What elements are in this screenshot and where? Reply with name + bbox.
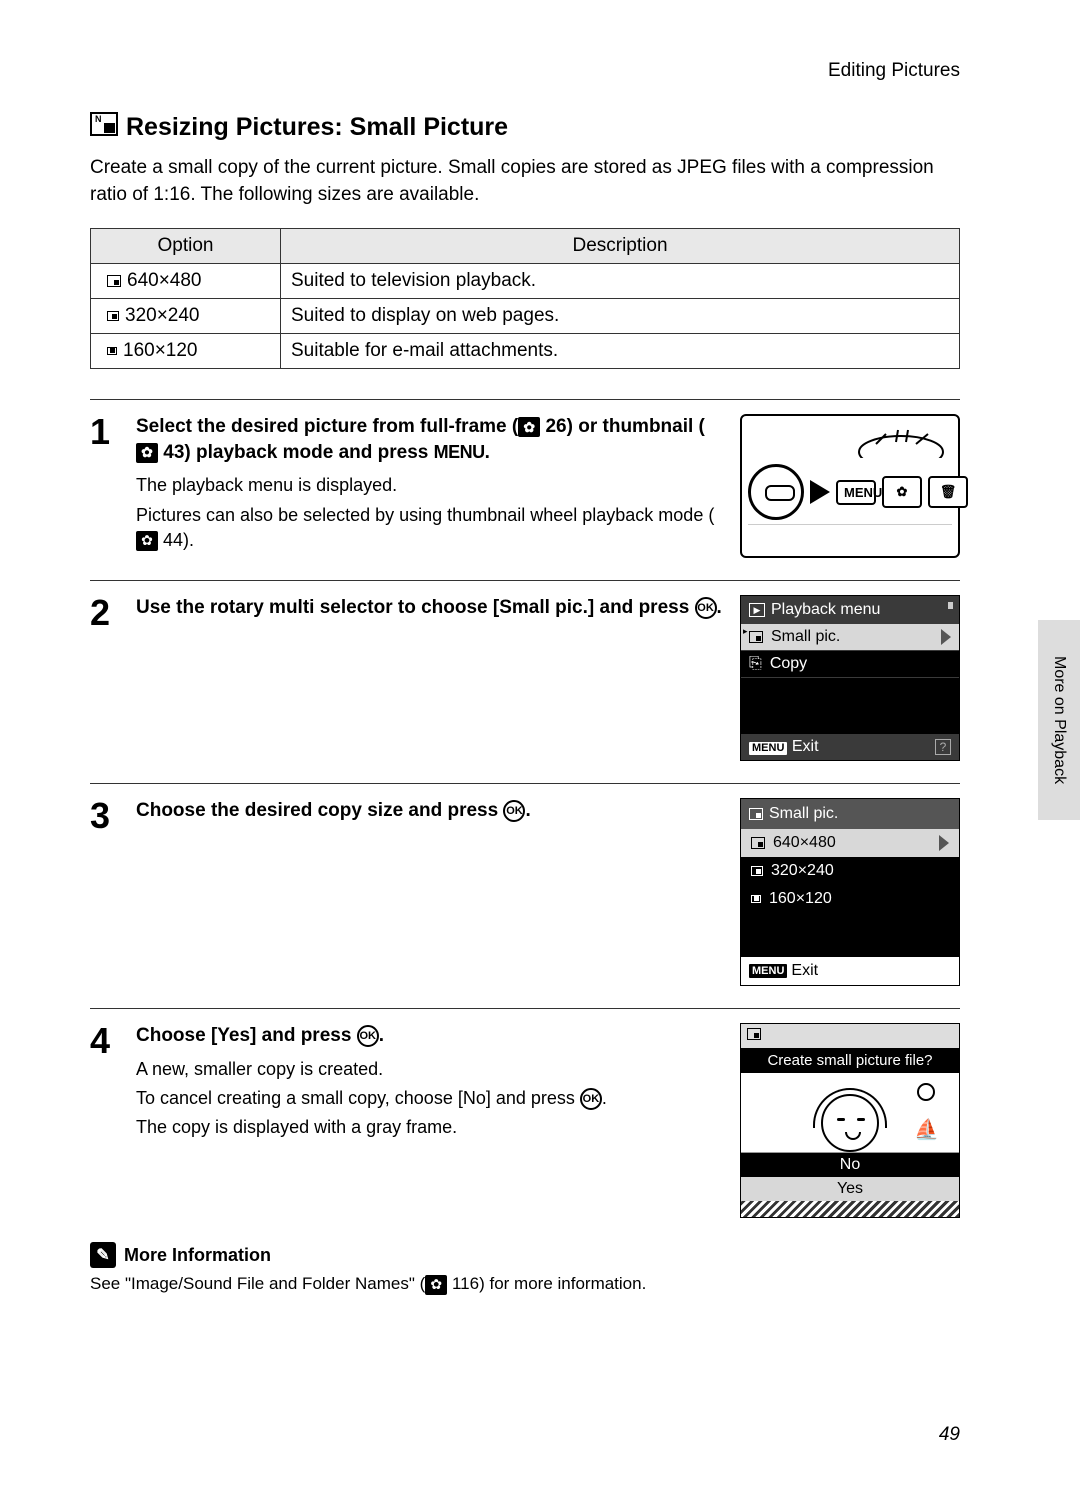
page: Editing Pictures N Resizing Pictures: Sm… xyxy=(0,0,1080,1486)
step-3: 3 Choose the desired copy size and press… xyxy=(90,798,960,986)
step-4-desc3: The copy is displayed with a gray frame. xyxy=(136,1115,724,1140)
divider xyxy=(90,580,960,581)
smallpic-row-icon xyxy=(749,631,763,643)
option-yes[interactable]: Yes xyxy=(741,1177,959,1201)
divider xyxy=(90,399,960,400)
step-number: 3 xyxy=(90,798,120,986)
size-320-icon xyxy=(107,311,119,321)
step-1-illustration: MENU ✿ 🗑 xyxy=(740,414,960,558)
svg-text:N: N xyxy=(95,114,102,124)
size-option-320[interactable]: 320×240 xyxy=(741,857,959,885)
menu-button[interactable]: MENU xyxy=(836,480,876,505)
size-icon xyxy=(751,837,765,849)
dial-icon xyxy=(856,424,946,458)
step-4: 4 Choose [Yes] and press OK. A new, smal… xyxy=(90,1023,960,1218)
help-icon[interactable]: ? xyxy=(935,739,951,755)
options-table: Option Description 640×480 Suited to tel… xyxy=(90,228,960,369)
divider xyxy=(90,1008,960,1009)
more-info-text: See "Image/Sound File and Folder Names" … xyxy=(90,1274,960,1295)
ok-icon: OK xyxy=(503,800,525,822)
lens-icon xyxy=(748,464,804,520)
confirm-question: Create small picture file? xyxy=(741,1048,959,1073)
content-area: N Resizing Pictures: Small Picture Creat… xyxy=(0,112,1080,1295)
step-2-title: Use the rotary multi selector to choose … xyxy=(136,595,724,621)
table-row: 160×120 Suitable for e-mail attachments. xyxy=(91,334,960,369)
step-1: 1 Select the desired picture from full-f… xyxy=(90,414,960,558)
copy-icon: ⎘ xyxy=(749,656,762,672)
menu-badge: MENU xyxy=(749,742,787,755)
step-4-title: Choose [Yes] and press OK. xyxy=(136,1023,724,1049)
info-icon: ✎ xyxy=(90,1242,116,1268)
flower-button[interactable]: ✿ xyxy=(882,476,922,508)
step-2: 2 Use the rotary multi selector to choos… xyxy=(90,595,960,761)
size-option-160[interactable]: 160×120 xyxy=(741,885,959,913)
step-number: 4 xyxy=(90,1023,120,1218)
intro-text: Create a small copy of the current pictu… xyxy=(90,155,960,208)
more-info-heading: ✎ More Information xyxy=(90,1242,960,1268)
step-1-desc2: Pictures can also be selected by using t… xyxy=(136,503,724,553)
menu-badge: MENU xyxy=(749,964,787,978)
menu-item-smallpic[interactable]: ▸Small pic. xyxy=(741,624,959,651)
ok-icon: OK xyxy=(695,597,717,619)
step-number: 1 xyxy=(90,414,120,558)
step-4-desc2: To cancel creating a small copy, choose … xyxy=(136,1086,724,1111)
arrow-right-icon xyxy=(810,480,830,504)
ok-icon: OK xyxy=(357,1025,379,1047)
size-640-icon xyxy=(107,275,121,287)
option-no[interactable]: No xyxy=(741,1153,959,1177)
preview-image: ⛵ xyxy=(741,1073,959,1153)
chevron-right-icon xyxy=(939,835,949,851)
size-icon xyxy=(751,866,763,876)
side-tab: More on Playback xyxy=(1038,620,1080,820)
ref-icon: ✿ xyxy=(136,531,158,551)
ref-icon: ✿ xyxy=(136,443,158,463)
th-desc: Description xyxy=(281,229,960,264)
smallpic-icon: N xyxy=(90,112,118,143)
chevron-right-icon xyxy=(941,629,951,645)
ref-icon: ✿ xyxy=(518,417,540,437)
ref-icon: ✿ xyxy=(425,1275,447,1295)
step-4-desc: A new, smaller copy is created. xyxy=(136,1057,724,1082)
sun-icon xyxy=(917,1083,935,1101)
table-row: 640×480 Suited to television playback. xyxy=(91,264,960,299)
size-icon xyxy=(751,895,761,903)
boat-icon: ⛵ xyxy=(914,1117,939,1142)
smallpic-icon xyxy=(749,808,763,820)
step-3-title: Choose the desired copy size and press O… xyxy=(136,798,724,824)
step-number: 2 xyxy=(90,595,120,761)
ok-icon: OK xyxy=(580,1088,602,1110)
section-title: N Resizing Pictures: Small Picture xyxy=(90,112,960,143)
trash-button[interactable]: 🗑 xyxy=(928,476,968,508)
th-option: Option xyxy=(91,229,281,264)
step-2-screen: ▶Playback menu ▸Small pic. ⎘Copy MENU Ex… xyxy=(740,595,960,761)
page-number: 49 xyxy=(939,1424,960,1446)
smallpic-icon xyxy=(747,1028,761,1040)
header-section: Editing Pictures xyxy=(0,60,1080,82)
divider xyxy=(90,783,960,784)
step-1-desc: The playback menu is displayed. xyxy=(136,473,724,498)
step-4-screen: Create small picture file? ⛵ No Yes xyxy=(740,1023,960,1218)
table-row: 320×240 Suited to display on web pages. xyxy=(91,299,960,334)
play-icon: ▶ xyxy=(749,603,765,617)
size-option-640[interactable]: 640×480 xyxy=(741,829,959,857)
step-1-title: Select the desired picture from full-fra… xyxy=(136,414,724,465)
step-3-screen: Small pic. 640×480 320×240 160×120 MENU … xyxy=(740,798,960,986)
size-160-icon xyxy=(107,347,117,355)
menu-item-copy[interactable]: ⎘Copy xyxy=(741,651,959,678)
menu-label: MENU xyxy=(434,442,485,462)
